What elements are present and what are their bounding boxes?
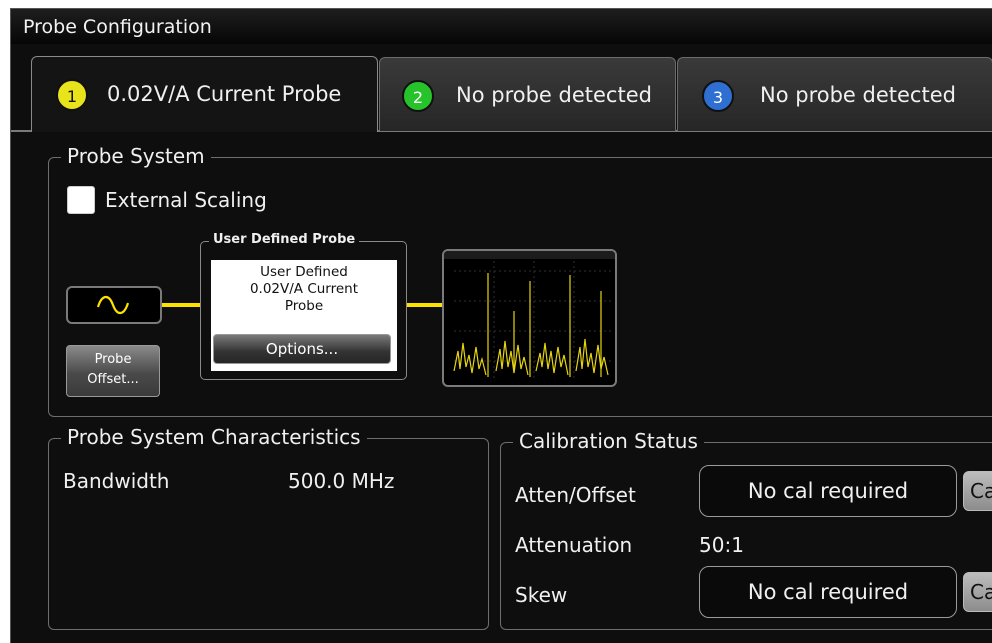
calibration-status-legend: Calibration Status [513,429,704,453]
atten-offset-cal-button[interactable]: Ca [963,471,992,511]
channel-1-badge: 1 [56,79,88,111]
channel-2-badge: 2 [402,80,434,112]
signal-source[interactable] [66,286,162,324]
probe-configuration-window: Probe Configuration 1 0.02V/A Current Pr… [0,0,992,643]
options-button[interactable]: Options... [213,334,391,364]
probe-offset-label-line1: Probe [94,352,132,367]
skew-label: Skew [515,583,568,607]
attenuation-label: Attenuation [515,533,633,557]
calibration-status-group: Calibration Status Atten/Offset No cal r… [500,429,992,630]
probe-wire-left [162,303,200,307]
atten-offset-label: Atten/Offset [515,483,636,507]
tab-probe-2-label: No probe detected [456,83,652,107]
title-bar[interactable]: Probe Configuration [10,8,992,44]
probe-offset-label-line2: Offset... [87,372,139,387]
tab-probe-3[interactable]: 3 No probe detected [677,57,992,131]
user-defined-probe-card[interactable]: User Defined 0.02V/A Current Probe Optio… [211,260,397,371]
user-defined-probe-legend: User Defined Probe [209,232,360,247]
attenuation-value: 50:1 [699,533,744,557]
bandwidth-value: 500.0 MHz [288,469,395,493]
probe-desc-line1: User Defined [260,264,348,280]
user-defined-probe-group: User Defined Probe User Defined 0.02V/A … [200,232,407,380]
tab-probe-1-label: 0.02V/A Current Probe [107,82,342,106]
probe-desc-line3: Probe [284,298,324,314]
sine-wave-icon [96,295,130,315]
probe-offset-button[interactable]: Probe Offset... [66,345,160,397]
bandwidth-label: Bandwidth [63,469,170,493]
atten-offset-status: No cal required [699,465,957,517]
probe-characteristics-legend: Probe System Characteristics [61,425,367,449]
window-title: Probe Configuration [23,16,212,38]
dialog-body: 1 0.02V/A Current Probe 2 No probe detec… [10,44,992,643]
probe-system-group: Probe System External Scaling Probe Offs… [48,144,992,417]
probe-system-legend: Probe System [61,144,211,168]
tab-probe-3-label: No probe detected [760,83,956,107]
probe-desc-line2: 0.02V/A Current [249,281,359,297]
external-scaling-checkbox[interactable] [67,186,95,214]
tab-probe-2[interactable]: 2 No probe detected [379,57,676,131]
oscilloscope-thumbnail [442,249,617,387]
probe-characteristics-group: Probe System Characteristics Bandwidth 5… [48,425,489,630]
channel-3-badge: 3 [702,80,734,112]
skew-cal-button[interactable]: Ca [963,572,992,612]
tab-probe-1[interactable]: 1 0.02V/A Current Probe [31,56,378,132]
tab-divider [11,130,31,132]
probe-wire-right [407,303,443,307]
scope-waveform-icon [444,251,615,381]
external-scaling-label: External Scaling [105,188,267,212]
skew-status: No cal required [699,566,957,618]
